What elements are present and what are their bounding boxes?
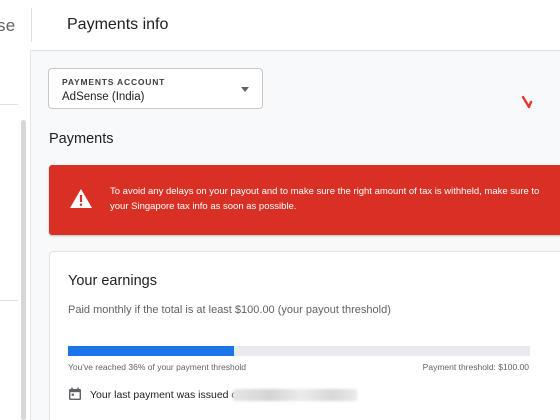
nav-scrollbar[interactable] <box>21 120 26 420</box>
payment-threshold-progress <box>68 346 530 356</box>
payments-account-select[interactable]: PAYMENTS ACCOUNT AdSense (India) <box>48 68 263 109</box>
earnings-subtitle: Paid monthly if the total is at least $1… <box>68 304 391 316</box>
progress-label: You've reached 36% of your payment thres… <box>68 362 247 372</box>
threshold-label: Payment threshold: $100.00 <box>422 362 529 372</box>
page-title: Payments info <box>67 16 169 33</box>
redacted-payment-date <box>233 389 357 401</box>
alert-message: To avoid any delays on your payout and t… <box>110 184 560 214</box>
product-name[interactable]: se <box>0 16 15 36</box>
main-content: PAYMENTS ACCOUNT AdSense (India) Payment… <box>31 51 560 420</box>
payments-section-title: Payments <box>49 131 114 147</box>
payments-account-value: AdSense (India) <box>62 91 145 103</box>
top-app-bar: se Payments info <box>0 0 560 51</box>
calendar-icon <box>69 387 81 400</box>
nav-divider <box>0 104 18 105</box>
earnings-card: Your earnings Paid monthly if the total … <box>49 251 560 420</box>
earnings-title: Your earnings <box>68 273 157 289</box>
progress-fill <box>68 346 235 356</box>
nav-divider <box>0 300 18 301</box>
red-annotation-mark <box>521 95 533 109</box>
tax-info-alert: To avoid any delays on your payout and t… <box>49 165 560 235</box>
alert-message-line-2: your Singapore tax info as soon as possi… <box>110 201 297 212</box>
last-payment-text: Your last payment was issued on . <box>90 389 249 401</box>
alert-message-line-1: To avoid any delays on your payout and t… <box>110 186 540 197</box>
app-frame: se Payments info PAYMENTS ACCOUNT AdSens… <box>0 0 560 420</box>
dropdown-caret-icon <box>241 87 249 92</box>
topbar-divider <box>31 8 32 42</box>
warning-triangle-icon <box>70 189 92 208</box>
payments-account-label: PAYMENTS ACCOUNT <box>62 77 166 87</box>
left-navigation <box>0 50 31 420</box>
